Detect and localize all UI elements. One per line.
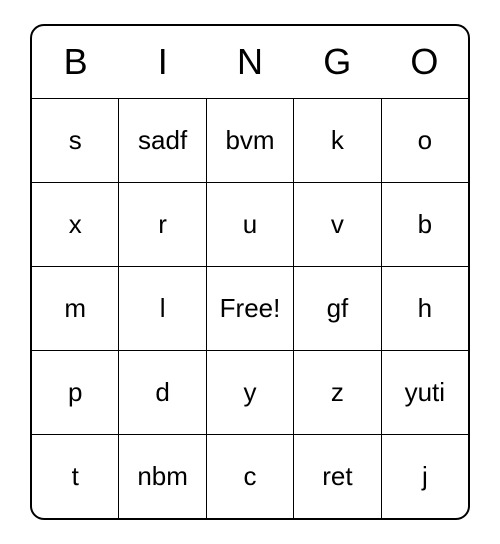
bingo-cell[interactable]: p bbox=[32, 350, 118, 434]
bingo-row: t nbm c ret j bbox=[32, 434, 468, 518]
header-o: O bbox=[381, 26, 468, 98]
header-i: I bbox=[119, 26, 206, 98]
bingo-cell[interactable]: z bbox=[293, 350, 380, 434]
bingo-card: B I N G O s sadf bvm k o x r u v b m l F… bbox=[30, 24, 470, 520]
bingo-cell[interactable]: d bbox=[118, 350, 205, 434]
bingo-row: s sadf bvm k o bbox=[32, 98, 468, 182]
bingo-grid: s sadf bvm k o x r u v b m l Free! gf h … bbox=[32, 98, 468, 518]
bingo-cell[interactable]: x bbox=[32, 182, 118, 266]
bingo-cell[interactable]: sadf bbox=[118, 98, 205, 182]
bingo-cell[interactable]: h bbox=[381, 266, 468, 350]
header-b: B bbox=[32, 26, 119, 98]
bingo-cell[interactable]: gf bbox=[293, 266, 380, 350]
bingo-cell[interactable]: j bbox=[381, 434, 468, 518]
bingo-header-row: B I N G O bbox=[32, 26, 468, 98]
bingo-cell[interactable]: t bbox=[32, 434, 118, 518]
bingo-cell[interactable]: b bbox=[381, 182, 468, 266]
bingo-row: p d y z yuti bbox=[32, 350, 468, 434]
bingo-row: m l Free! gf h bbox=[32, 266, 468, 350]
bingo-cell[interactable]: m bbox=[32, 266, 118, 350]
bingo-cell[interactable]: r bbox=[118, 182, 205, 266]
bingo-cell[interactable]: bvm bbox=[206, 98, 293, 182]
bingo-cell[interactable]: nbm bbox=[118, 434, 205, 518]
header-g: G bbox=[294, 26, 381, 98]
header-n: N bbox=[206, 26, 293, 98]
bingo-cell[interactable]: s bbox=[32, 98, 118, 182]
bingo-cell[interactable]: yuti bbox=[381, 350, 468, 434]
bingo-cell[interactable]: y bbox=[206, 350, 293, 434]
bingo-cell[interactable]: v bbox=[293, 182, 380, 266]
bingo-row: x r u v b bbox=[32, 182, 468, 266]
bingo-cell[interactable]: u bbox=[206, 182, 293, 266]
bingo-cell[interactable]: l bbox=[118, 266, 205, 350]
bingo-cell[interactable]: ret bbox=[293, 434, 380, 518]
bingo-cell[interactable]: c bbox=[206, 434, 293, 518]
bingo-cell[interactable]: o bbox=[381, 98, 468, 182]
bingo-free-cell[interactable]: Free! bbox=[206, 266, 293, 350]
bingo-cell[interactable]: k bbox=[293, 98, 380, 182]
